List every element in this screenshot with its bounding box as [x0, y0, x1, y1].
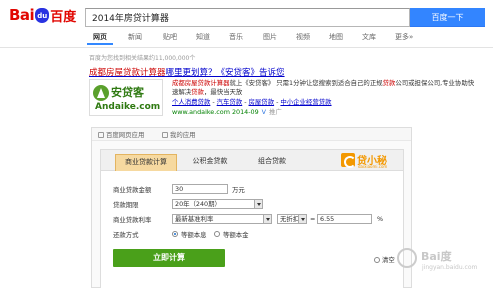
method-label-2: 等额本金 [223, 231, 249, 239]
method-radio-1[interactable] [172, 231, 178, 237]
ad-desc-part-6: 贷款 [191, 87, 204, 96]
amount-input[interactable] [172, 184, 228, 194]
ad-description: 成都房屋贷款计算器就上《安贷客》 只需1分钟让您搜索到适合自己的正规贷款公司或担… [172, 79, 477, 96]
ad-desc-part-3: 就上《安贷客》 只需1分钟让您搜索到适合自己的正规 [229, 79, 383, 87]
tab-web[interactable]: 网页 [87, 32, 113, 45]
amount-unit: 万元 [232, 186, 245, 194]
term-label: 贷款期限 [113, 201, 139, 209]
search-button[interactable]: 百度一下 [410, 8, 485, 27]
calculate-button[interactable]: 立即计算 [113, 249, 225, 267]
nav-tabs: 网页 新闻 贴吧 知道 音乐 图片 视频 地图 文库 更多» [0, 32, 493, 46]
brand-sub: daixiaomi.com [358, 164, 388, 169]
tab-divider [0, 47, 493, 48]
watermark-sub: jingyan.baidu.com [422, 264, 478, 271]
rate-equals: = [310, 215, 316, 223]
result-count: 百度为您找到相关结果约11,000,000个 [89, 55, 196, 62]
panel-myapps-label: 我的应用 [170, 131, 196, 139]
tab-music[interactable]: 音乐 [229, 32, 243, 42]
verified-icon[interactable]: V [262, 108, 266, 116]
tab-combined-loan[interactable]: 组合贷款 [247, 154, 297, 171]
tab-fund-loan[interactable]: 公积金贷款 [185, 154, 235, 171]
clear-button[interactable]: 清空 [374, 255, 395, 264]
panel-header: 百度网页应用 我的应用 [92, 128, 411, 141]
tab-map[interactable]: 地图 [329, 32, 343, 42]
tab-tieba[interactable]: 贴吧 [163, 32, 177, 42]
ad-url: www.andaike.com 2014-09 V 推广 [172, 107, 282, 116]
ad-logo-image[interactable]: 安贷客 Andaike.com [89, 79, 163, 116]
baidu-logo[interactable]: Bai du 百度 [9, 5, 76, 25]
clear-label: 清空 [382, 256, 395, 264]
top-bar: Bai du 百度 百度一下 [0, 0, 493, 30]
discount-select[interactable]: 无折扣 [277, 214, 307, 224]
paw-text: du [37, 11, 48, 20]
panel-app-link[interactable]: 百度网页应用 [98, 130, 144, 139]
tab-news[interactable]: 新闻 [128, 32, 142, 42]
baidu-jingyan-watermark: 清空 Bai度 jingyan.baidu.com [374, 246, 489, 286]
rate-label: 商业贷款利率 [113, 216, 152, 224]
ad-title-link[interactable]: 成都房屋贷款计算器哪里更划算？《安贷客》告诉您 [89, 66, 285, 78]
rate-type-value: 最新基准利率 [175, 215, 214, 223]
tab-more[interactable]: 更多» [395, 32, 413, 42]
user-icon [162, 132, 168, 138]
ad-link-consumer-loan[interactable]: 个人消费贷款 [172, 98, 210, 106]
tab-zhidao[interactable]: 知道 [196, 32, 210, 42]
ad-desc-part-2: 房屋贷款计算器 [184, 79, 230, 87]
rate-input[interactable] [317, 214, 372, 224]
web-app-panel: 百度网页应用 我的应用 商业贷款计算 公积金贷款 组合贷款 贷小秘 daixia… [91, 127, 412, 288]
ad-link-car-loan[interactable]: 汽车贷款 [217, 98, 243, 106]
search-input[interactable] [86, 9, 409, 26]
ad-link-house-loan[interactable]: 房屋贷款 [249, 98, 275, 106]
rate-type-select[interactable]: 最新基准利率 [172, 214, 272, 224]
brand-icon [341, 153, 356, 168]
panel-app-label: 百度网页应用 [106, 131, 145, 139]
tab-commercial-loan[interactable]: 商业贷款计算 [115, 154, 177, 171]
brand-logo: 贷小秘 daixiaomi.com [341, 152, 397, 169]
ad-desc-part-1: 成都 [172, 79, 185, 87]
chevron-down-icon [263, 215, 271, 223]
clear-icon [374, 257, 380, 263]
ad-logo-en: Andaike.com [95, 102, 161, 112]
tab-images[interactable]: 图片 [263, 32, 277, 42]
amount-label: 商业贷款金额 [113, 186, 152, 194]
term-select[interactable]: 20年（240期） [172, 199, 263, 209]
paw-icon: du [35, 7, 50, 23]
ad-title-part-1: 成都 [89, 68, 107, 78]
method-label-1: 等额本息 [181, 231, 207, 239]
panel-myapps-link[interactable]: 我的应用 [162, 130, 196, 139]
rate-unit: % [377, 215, 384, 223]
method-label: 还款方式 [113, 231, 139, 239]
watermark-paw-icon [397, 248, 417, 268]
ad-link-sme-loan[interactable]: 中小企业经营贷款 [280, 98, 331, 106]
ad-label: 推广 [269, 108, 282, 116]
ad-desc-part-7: ，最快当天放 [203, 87, 243, 96]
term-select-value: 20年（240期） [175, 200, 221, 208]
search-box[interactable] [85, 8, 410, 27]
calc-tabs: 商业贷款计算 公积金贷款 组合贷款 贷小秘 daixiaomi.com [101, 150, 403, 171]
logo-text-right: 百度 [50, 9, 77, 25]
method-radio-2[interactable] [214, 231, 220, 237]
ad-url-text: www.andaike.com 2014-09 [172, 108, 259, 116]
chevron-down-icon [298, 215, 306, 223]
tab-wenku[interactable]: 文库 [362, 32, 376, 42]
watermark-brand: Bai度 [421, 250, 452, 263]
ad-desc-part-4: 贷款 [382, 79, 396, 87]
logo-text-left: Bai [9, 6, 35, 24]
app-icon [98, 132, 104, 138]
house-icon [93, 85, 109, 101]
ad-title-part-3: 哪里更划算？《安贷客》告诉您 [165, 68, 285, 78]
discount-value: 无折扣 [280, 215, 300, 223]
loan-calculator: 商业贷款计算 公积金贷款 组合贷款 贷小秘 daixiaomi.com 商业贷款… [100, 149, 404, 288]
tab-video[interactable]: 视频 [296, 32, 310, 42]
ad-title-part-2: 房屋贷款计算器 [106, 68, 166, 78]
ad-logo-cn: 安贷客 [111, 86, 144, 99]
chevron-down-icon [254, 200, 262, 208]
ad-sublinks: 个人消费贷款 - 汽车贷款 - 房屋贷款 - 中小企业经营贷款 [172, 98, 332, 106]
